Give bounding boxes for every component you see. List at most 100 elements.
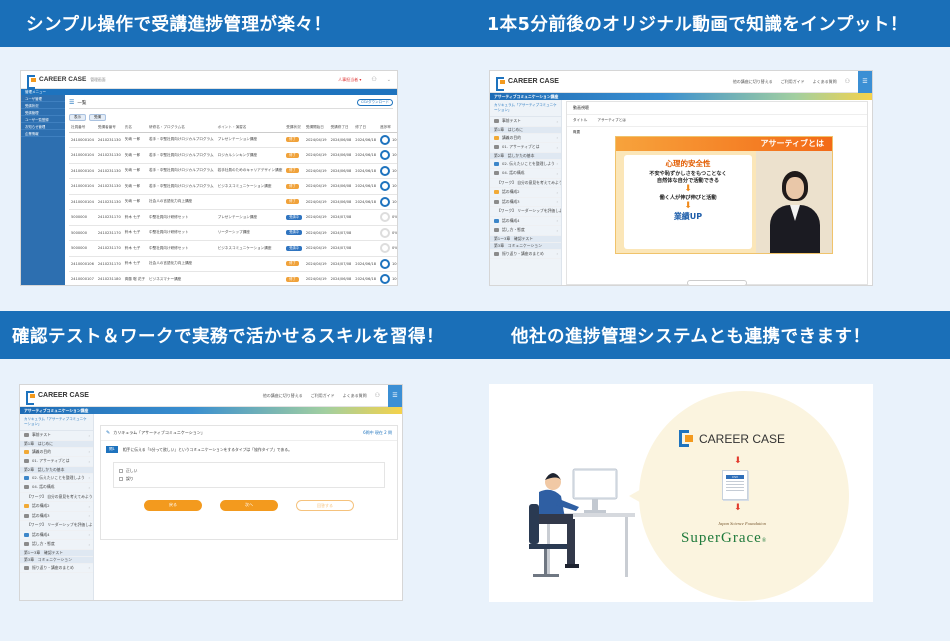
admin-user-menu[interactable]: 人事担当者 ▾ xyxy=(338,77,361,83)
option-true[interactable]: 正しい xyxy=(119,467,379,475)
switch-course-link[interactable]: 他の講座に切り替える xyxy=(733,79,773,85)
page: シンプル操作で受講進捗管理が楽々！ 1本5分前後のオリジナル動画で知識をインプッ… xyxy=(0,0,950,641)
curriculum-section[interactable]: 第1章 はじめに xyxy=(490,126,561,134)
column-header[interactable]: ポイント・演習名 xyxy=(215,124,285,133)
curriculum-item[interactable]: 話の構成3 › xyxy=(490,198,561,207)
curriculum-section[interactable]: 第3章 コミュニケーション xyxy=(490,242,561,250)
back-button[interactable]: 戻る xyxy=(144,500,202,511)
curriculum-item[interactable]: 【ワーク】 リーダーシップを評価しよう› xyxy=(490,207,561,217)
admin-sidebar-item[interactable]: お知らせ管理 xyxy=(21,123,65,130)
table-row[interactable]: 2410000104 2410231130 矢嶋 一郎 若手・中堅社員向けロジカルプロ… xyxy=(69,178,397,195)
curriculum-section[interactable]: 第2章 話しかたの基本 xyxy=(490,152,561,160)
table-row[interactable]: 2410000106 2410231170 鈴木 七子 社会人の言語化力向上講座 修了 2… xyxy=(69,256,397,272)
admin-sidebar-item[interactable]: ユーザ一覧登録 xyxy=(21,116,65,123)
checkbox-icon[interactable] xyxy=(119,477,123,481)
column-header[interactable]: 氏名 xyxy=(122,124,148,133)
curriculum-item[interactable]: 振り返り・講座のまとめ › xyxy=(490,250,561,259)
next-button[interactable]: 次へ xyxy=(220,500,278,511)
curriculum-item-label: 話の構成3 xyxy=(502,198,520,204)
table-row[interactable]: 5000000 2410231170 鈴木 七子 中堅社員向け研修セット リーダーシップ… xyxy=(69,225,397,241)
curriculum-item[interactable]: 話し方・態度 › xyxy=(490,226,561,236)
tab-view[interactable]: 表示 xyxy=(69,114,86,121)
table-row[interactable]: 5000000 2410231170 鈴木 七子 中堅社員向け研修セット プレゼンテーシ… xyxy=(69,209,397,226)
curriculum-item[interactable]: 04. 話の構成 › xyxy=(490,169,561,179)
curriculum-section[interactable]: 第1ー3章 確認テスト xyxy=(20,549,93,557)
switch-course-link[interactable]: 他の講座に切り替える xyxy=(263,393,303,399)
cell-course: プレゼンテーション講座 xyxy=(215,209,285,226)
faq-link[interactable]: よくある質問 xyxy=(813,79,837,85)
table-row[interactable]: 2410000104 2410231130 矢嶋 一郎 若手・中堅社員向けロジカルプロ… xyxy=(69,132,397,148)
curriculum-section[interactable]: 第1章 はじめに xyxy=(20,440,93,448)
table-row[interactable]: 5000000 2410231170 鈴木 七子 中堅社員向け研修セット ビジネスコミュ… xyxy=(69,240,397,257)
video-control[interactable] xyxy=(687,280,747,285)
cell-name: 鈴木 七子 xyxy=(122,256,148,272)
curriculum-section[interactable]: 第3章 コミュニケーション xyxy=(20,556,93,564)
curriculum-item[interactable]: 話の構成2 › xyxy=(20,502,93,512)
curriculum-item[interactable]: 04. 話の構成 › xyxy=(20,483,93,493)
curriculum-section[interactable]: 第1ー3章 確認テスト xyxy=(490,235,561,243)
user-icon[interactable]: ⚇ xyxy=(375,392,380,399)
admin-sidebar-item[interactable]: 企業情報 xyxy=(21,130,65,137)
curriculum-item[interactable]: 話の構成4 › xyxy=(490,217,561,226)
curriculum-item[interactable]: 02. 伝えたいことを整理しよう › xyxy=(20,474,93,483)
column-header[interactable]: 受講状況 xyxy=(284,124,304,133)
column-header[interactable]: 修了日 xyxy=(353,124,379,133)
user-icon[interactable]: ⚇ xyxy=(371,76,376,83)
submit-answer-button[interactable]: 回答する xyxy=(296,500,354,511)
user-icon[interactable]: ⚇ xyxy=(845,78,850,85)
tab-course[interactable]: 受講 xyxy=(89,114,106,121)
hamburger-menu-icon[interactable]: ☰ xyxy=(388,385,402,407)
faq-link[interactable]: よくある質問 xyxy=(343,393,367,399)
guide-link[interactable]: ご利用ガイド xyxy=(311,393,335,399)
csv-download-button[interactable]: CSVダウンロード xyxy=(356,99,393,106)
curriculum-item[interactable]: 講義の目的 › xyxy=(20,448,93,457)
cell-done: 2024/06/18 xyxy=(353,147,379,164)
admin-sidebar-item[interactable]: ユーザ管理 xyxy=(21,95,65,102)
curriculum-item[interactable]: 話の構成4 › xyxy=(20,531,93,540)
curriculum-item[interactable]: 【ワーク】 自分の意見を考えてみよう› xyxy=(490,179,561,188)
curriculum-item[interactable]: 【ワーク】 リーダーシップを評価しよう› xyxy=(20,521,93,531)
curriculum-item[interactable]: 講義の目的 › xyxy=(490,134,561,143)
lecture-video[interactable]: アサーティブとは 心理的安全性 不安や恥ずかしさをもつことなく 自然体な自分で活… xyxy=(615,136,833,254)
admin-sidebar-item[interactable]: 受講状況 xyxy=(21,102,65,109)
status-badge: 修了 xyxy=(286,183,299,189)
curriculum-item[interactable]: 話し方・態度 › xyxy=(20,540,93,550)
curriculum-item[interactable]: 振り返り・講座のまとめ › xyxy=(20,564,93,573)
curriculum-item-label: 01. アサーティブとは xyxy=(502,144,540,150)
cell-program: 中堅社員向け研修セット xyxy=(147,240,216,257)
chevron-down-icon[interactable]: ⌄ xyxy=(387,77,391,83)
hamburger-menu-icon[interactable]: ☰ xyxy=(858,71,872,93)
column-header[interactable]: 受講者番号 xyxy=(95,124,123,133)
cell-start: 2024/04/19 xyxy=(303,132,329,148)
column-header[interactable]: 社員番号 xyxy=(69,124,96,133)
column-header[interactable]: 進捗率 xyxy=(378,124,397,133)
curriculum-item[interactable]: 話の構成3 › xyxy=(20,512,93,521)
curriculum-label: カリキュラム「アサーティブコミュニケーション」 xyxy=(490,100,561,117)
admin-subtitle: 管理画面 xyxy=(90,76,106,82)
table-row[interactable]: 2410000107 2410231180 斉藤 聡 花子 ビジネスマナー講座 修了 20… xyxy=(69,271,397,285)
table-row[interactable]: 2410000104 2410231130 矢嶋 一郎 若手・中堅社員向けロジカルプロ… xyxy=(69,163,397,179)
column-header[interactable]: 受講開始日 xyxy=(303,124,329,133)
checkbox-icon[interactable] xyxy=(119,469,123,473)
column-header[interactable]: 研修名・プログラム名 xyxy=(147,124,216,133)
curriculum-item[interactable]: 事前テスト › xyxy=(20,431,93,441)
column-header[interactable]: 受講修了日 xyxy=(328,124,354,133)
curriculum-item[interactable]: 事前テスト › xyxy=(490,117,561,127)
cell-done xyxy=(353,240,379,257)
lesson-icon xyxy=(494,190,499,195)
admin-sidebar-item[interactable]: 受講管理 xyxy=(21,109,65,116)
option-false[interactable]: 誤り xyxy=(119,475,379,483)
cell-no: 2410231180 xyxy=(95,271,123,285)
curriculum-section[interactable]: 第2章 話しかたの基本 xyxy=(20,466,93,474)
curriculum-item[interactable]: 話の構成2 › xyxy=(490,188,561,198)
curriculum-item[interactable]: 01. アサーティブとは › xyxy=(490,143,561,153)
curriculum-item[interactable]: 01. アサーティブとは › xyxy=(20,457,93,467)
cell-done: 2024/06/18 xyxy=(353,271,379,285)
curriculum-item[interactable]: 【ワーク】 自分の意見を考えてみよう› xyxy=(20,493,93,502)
table-row[interactable]: 2410000104 2410231130 矢嶋 一郎 若手・中堅社員向けロジカルプロ… xyxy=(69,147,397,164)
guide-link[interactable]: ご利用ガイド xyxy=(781,79,805,85)
cell-name: 矢嶋 一郎 xyxy=(122,194,148,210)
table-row[interactable]: 2410000104 2410231130 矢嶋 一郎 社会人の言語化力向上講座 修了 2… xyxy=(69,194,397,210)
cell-id: 2410000107 xyxy=(69,271,96,285)
curriculum-item[interactable]: 02. 伝えたいことを整理しよう › xyxy=(490,160,561,169)
